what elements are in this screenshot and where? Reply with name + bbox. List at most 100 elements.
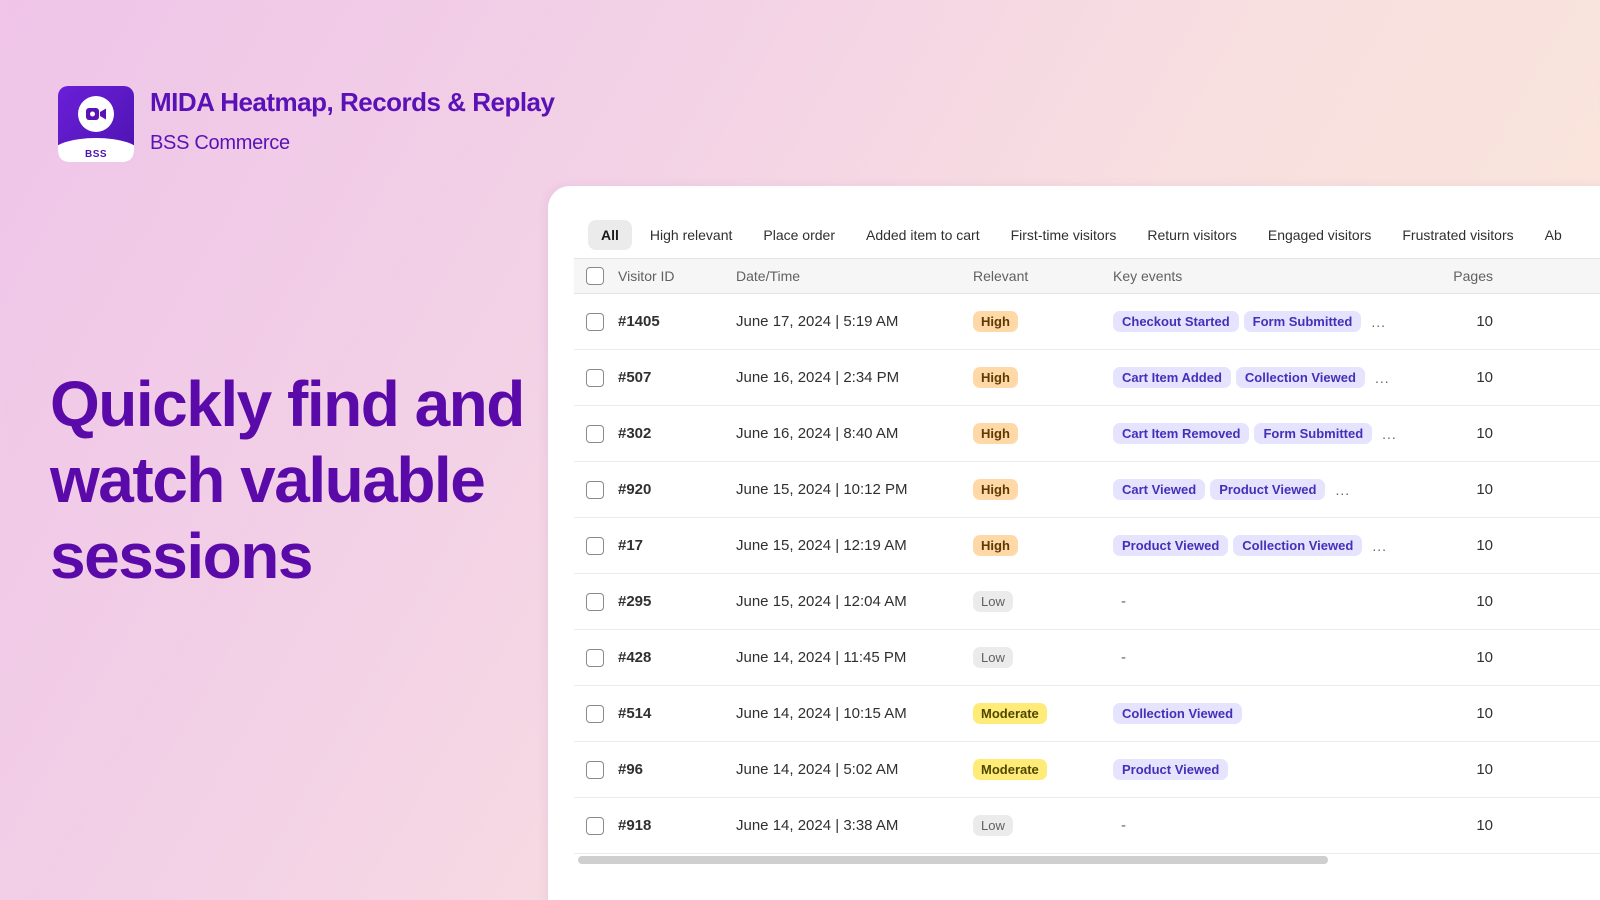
pages-count: 10 [1476,593,1493,610]
relevance-badge: High [973,479,1018,500]
session-datetime: June 14, 2024 | 11:45 PM [736,649,907,666]
event-tag: Collection Viewed [1233,535,1363,556]
table-row[interactable]: #17 June 15, 2024 | 12:19 AM High Product V… [574,518,1600,574]
header-pages[interactable]: Pages [1413,268,1493,284]
key-events: - [1113,593,1413,610]
tab-frustrated-visitors[interactable]: Frustrated visitors [1389,220,1526,250]
row-checkbox[interactable] [586,704,604,723]
tab-engaged-visitors[interactable]: Engaged visitors [1255,220,1385,250]
app-logo: BSS [58,86,134,162]
app-name: MIDA Heatmap, Records & Replay [150,87,555,117]
relevance-badge: Moderate [973,759,1047,780]
headline: Quickly find and watch valuable sessions [50,368,525,592]
row-checkbox[interactable] [586,760,604,779]
row-checkbox[interactable] [586,480,604,499]
key-events: Product Viewed Collection Viewed... [1113,535,1413,556]
table-row[interactable]: #428 June 14, 2024 | 11:45 PM Low - 10 [574,630,1600,686]
row-checkbox[interactable] [586,648,604,667]
table-row[interactable]: #295 June 15, 2024 | 12:04 AM Low - 10 [574,574,1600,630]
header-visitor-id[interactable]: Visitor ID [618,268,736,284]
tab-high-relevant[interactable]: High relevant [637,220,746,250]
session-datetime: June 14, 2024 | 10:15 AM [736,705,907,722]
row-checkbox[interactable] [586,536,604,555]
tab-added-item-to-cart[interactable]: Added item to cart [853,220,993,250]
visitor-id[interactable]: #295 [618,593,736,610]
relevance-badge: High [973,535,1018,556]
visitor-id[interactable]: #1405 [618,313,736,330]
key-events: - [1113,649,1413,666]
relevance-badge: High [973,367,1018,388]
tab-ab[interactable]: Ab [1532,220,1575,250]
horizontal-scrollbar[interactable] [578,856,1328,864]
visitor-id[interactable]: #302 [618,425,736,442]
key-events: Product Viewed [1113,759,1413,780]
vendor-name: BSS Commerce [150,132,290,154]
filter-tabs: All High relevant Place order Added item to… [588,220,1580,250]
visitor-id[interactable]: #17 [618,537,736,554]
pages-count: 10 [1476,537,1493,554]
row-checkbox[interactable] [586,816,604,835]
more-events[interactable]: ... [1371,314,1386,330]
table-row[interactable]: #96 June 14, 2024 | 5:02 AM Moderate Produc… [574,742,1600,798]
key-events: Cart Item Removed Form Submitted... [1113,423,1413,444]
empty-events: - [1121,817,1126,834]
row-checkbox[interactable] [586,424,604,443]
table-row[interactable]: #302 June 16, 2024 | 8:40 AM High Cart Item… [574,406,1600,462]
table-row[interactable]: #514 June 14, 2024 | 10:15 AM Moderate Coll… [574,686,1600,742]
empty-events: - [1121,649,1126,666]
more-events[interactable]: ... [1335,482,1350,498]
event-tag: Collection Viewed [1113,703,1243,724]
key-events: Collection Viewed [1113,703,1413,724]
header-relevant[interactable]: Relevant [973,268,1113,284]
pages-count: 10 [1476,705,1493,722]
row-checkbox[interactable] [586,368,604,387]
relevance-badge: High [973,423,1018,444]
tab-all[interactable]: All [588,220,632,250]
relevance-badge: Moderate [973,703,1047,724]
table-row[interactable]: #1405 June 17, 2024 | 5:19 AM High Checkout… [574,294,1600,350]
session-datetime: June 17, 2024 | 5:19 AM [736,313,899,330]
visitor-id[interactable]: #96 [618,761,736,778]
brand-header: BSS MIDA Heatmap, Records & Replay BSS C… [58,86,555,162]
empty-events: - [1121,593,1126,610]
table-row[interactable]: #918 June 14, 2024 | 3:38 AM Low - 10 [574,798,1600,854]
more-events[interactable]: ... [1382,426,1397,442]
tab-place-order[interactable]: Place order [750,220,848,250]
visitor-id[interactable]: #920 [618,481,736,498]
key-events: Cart Item Added Collection Viewed... [1113,367,1413,388]
visitor-id[interactable]: #507 [618,369,736,386]
table-row[interactable]: #920 June 15, 2024 | 10:12 PM High Cart Vie… [574,462,1600,518]
select-all-checkbox[interactable] [586,267,604,285]
pages-count: 10 [1476,369,1493,386]
session-datetime: June 14, 2024 | 3:38 AM [736,817,899,834]
table-row[interactable]: #507 June 16, 2024 | 2:34 PM High Cart Item… [574,350,1600,406]
event-tag: Form Submitted [1243,311,1362,332]
visitor-id[interactable]: #428 [618,649,736,666]
more-events[interactable]: ... [1372,538,1387,554]
sessions-panel: All High relevant Place order Added item to… [548,186,1600,900]
table-header: Visitor ID Date/Time Relevant Key events… [574,258,1600,294]
event-tag: Collection Viewed [1235,367,1365,388]
session-datetime: June 15, 2024 | 12:19 AM [736,537,907,554]
pages-count: 10 [1476,481,1493,498]
table-body: #1405 June 17, 2024 | 5:19 AM High Checkout… [574,294,1600,854]
tab-first-time-visitors[interactable]: First-time visitors [998,220,1130,250]
visitor-id[interactable]: #514 [618,705,736,722]
row-checkbox[interactable] [586,312,604,331]
relevance-badge: Low [973,591,1013,612]
key-events: Cart Viewed Product Viewed... [1113,479,1413,500]
session-datetime: June 15, 2024 | 12:04 AM [736,593,907,610]
visitor-id[interactable]: #918 [618,817,736,834]
more-events[interactable]: ... [1375,370,1390,386]
event-tag: Cart Item Removed [1113,423,1250,444]
video-camera-icon [78,96,114,132]
relevance-badge: High [973,311,1018,332]
header-datetime[interactable]: Date/Time [736,268,973,284]
session-datetime: June 15, 2024 | 10:12 PM [736,481,908,498]
pages-count: 10 [1476,425,1493,442]
tab-return-visitors[interactable]: Return visitors [1134,220,1249,250]
pages-count: 10 [1476,817,1493,834]
event-tag: Product Viewed [1210,479,1326,500]
row-checkbox[interactable] [586,592,604,611]
session-datetime: June 16, 2024 | 2:34 PM [736,369,900,386]
